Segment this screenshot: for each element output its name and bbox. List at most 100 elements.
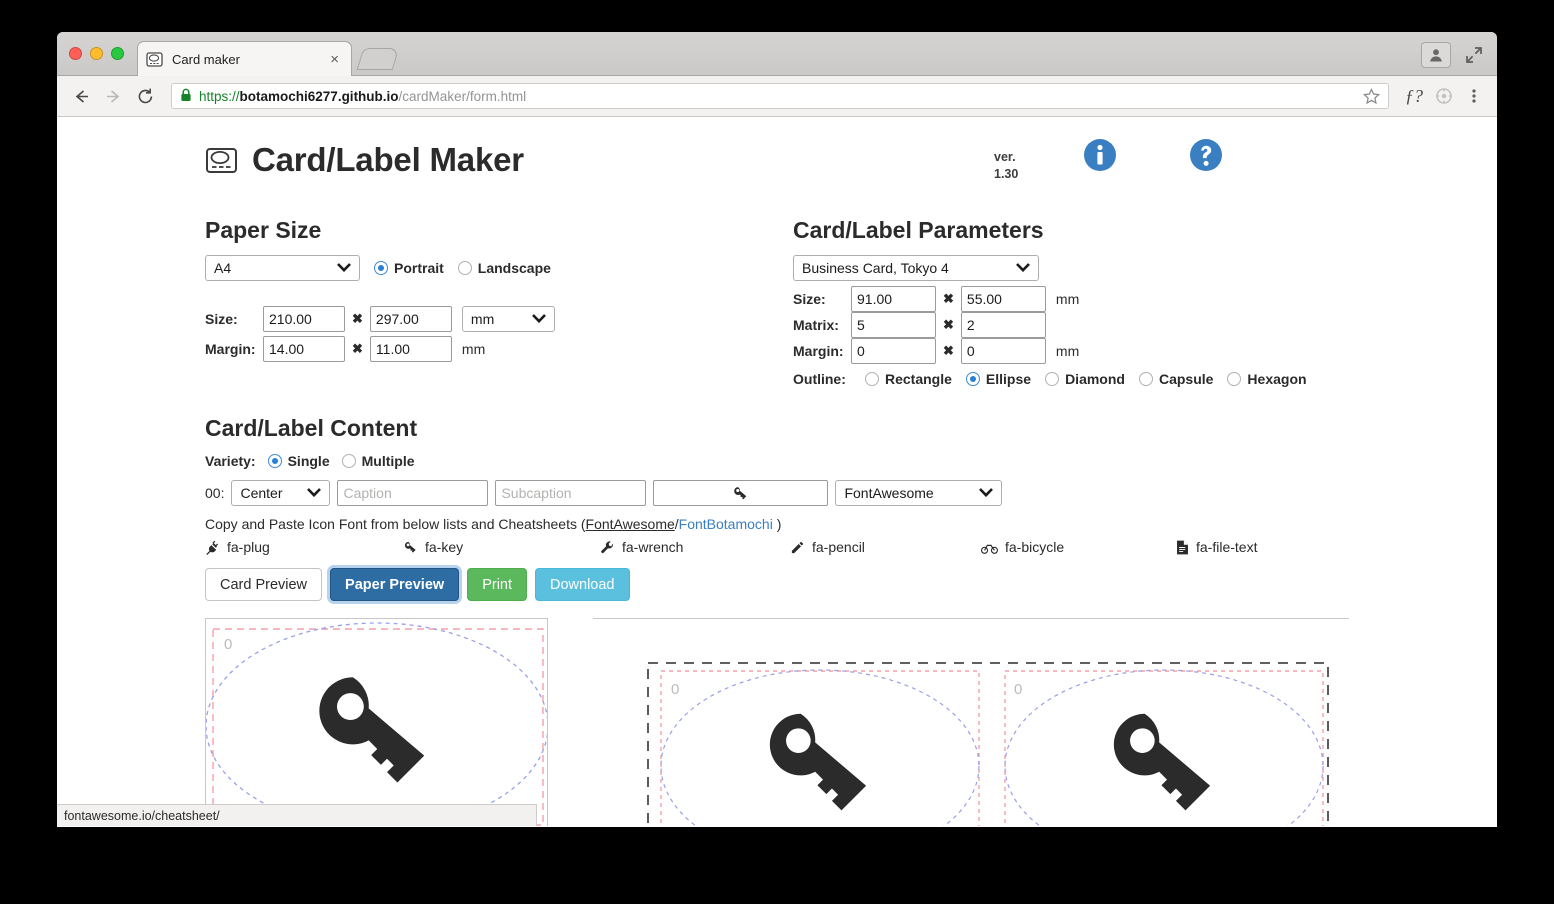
subcaption-input[interactable] <box>495 480 647 506</box>
variety-row: Variety: Single Multiple <box>205 453 1497 469</box>
profile-icon[interactable] <box>1421 42 1451 68</box>
list-item[interactable]: fa-plug <box>205 539 403 555</box>
star-icon[interactable] <box>1362 87 1381 108</box>
card-margin-width-input[interactable] <box>851 338 936 364</box>
pencil-icon <box>791 541 804 553</box>
cheatsheet-hint: Copy and Paste Icon Font from below list… <box>205 516 1497 532</box>
variety-single-radio[interactable]: Single <box>267 453 330 469</box>
wrench-icon <box>601 540 613 553</box>
paper-preview-canvas: 0 0 <box>593 618 1349 826</box>
paper-height-input[interactable] <box>369 306 452 332</box>
variety-single-label: Single <box>287 453 330 469</box>
list-item[interactable]: fa-file-text <box>1176 539 1257 555</box>
plug-icon <box>206 540 219 555</box>
paper-margin-height-input[interactable] <box>369 336 452 362</box>
radio-dot <box>965 372 980 386</box>
outline-capsule-radio[interactable]: Capsule <box>1138 371 1214 387</box>
info-circle-icon[interactable] <box>1082 137 1118 178</box>
card-content-heading: Card/Label Content <box>205 415 418 441</box>
card-margin-unit: mm <box>1055 343 1080 359</box>
fullscreen-icon[interactable] <box>1463 44 1485 66</box>
card-width-input[interactable] <box>851 286 936 312</box>
card-height-input[interactable] <box>960 286 1046 312</box>
download-button[interactable]: Download <box>535 568 630 601</box>
outline-hexagon-radio[interactable]: Hexagon <box>1227 371 1307 387</box>
browser-tab[interactable]: Card maker × <box>137 41 352 76</box>
list-item[interactable]: fa-wrench <box>600 539 790 555</box>
print-button[interactable]: Print <box>467 568 528 601</box>
card-preset-select[interactable]: Business Card, Tokyo 4 <box>793 255 1039 281</box>
hint-prefix: Copy and Paste Icon Font from below list… <box>205 516 586 532</box>
paper-preset-select[interactable]: A4 <box>205 255 360 281</box>
outline-diamond-radio[interactable]: Diamond <box>1045 371 1125 387</box>
paper-margin-label: Margin: <box>205 341 256 357</box>
hint-suffix: ) <box>772 516 782 532</box>
reload-icon[interactable] <box>131 82 159 110</box>
url-host: botamochi6277.github.io <box>239 88 399 104</box>
orientation-landscape-radio[interactable]: Landscape <box>457 260 551 276</box>
minimize-window-button[interactable] <box>90 47 103 60</box>
icon-font-select[interactable]: FontAwesome <box>835 480 1003 506</box>
address-bar[interactable]: https:// botamochi6277.github.io /cardMa… <box>171 83 1389 109</box>
kebab-menu-icon[interactable] <box>1461 83 1487 109</box>
key-icon <box>769 713 867 811</box>
icon-glyph-input[interactable] <box>653 480 829 506</box>
variety-multiple-radio[interactable]: Multiple <box>341 453 415 469</box>
close-window-button[interactable] <box>69 47 82 60</box>
align-select[interactable]: Center <box>231 480 331 506</box>
url-scheme: https:// <box>199 88 240 104</box>
row-index-label: 00: <box>205 485 225 501</box>
app-title-text: Card/Label Maker <box>252 141 524 178</box>
fontawesome-link[interactable]: FontAwesome <box>586 516 675 532</box>
card-preview-button[interactable]: Card Preview <box>205 568 323 601</box>
paper-preview-button[interactable]: Paper Preview <box>330 568 460 601</box>
card-margin-label: Margin: <box>793 343 844 359</box>
card-size-label: Size: <box>793 291 826 307</box>
font-extension-icon[interactable]: ƒ? <box>1401 83 1427 109</box>
orientation-landscape-label: Landscape <box>477 260 551 276</box>
version-number: 1.30 <box>994 166 1019 181</box>
content-row-00: 00: Center Caption Subcaption FontAwesom… <box>205 480 1497 506</box>
list-item[interactable]: fa-bicycle <box>981 539 1176 555</box>
header-icons <box>1082 137 1224 178</box>
version-label: ver. 1.30 <box>994 149 1018 183</box>
question-circle-icon[interactable] <box>1188 137 1224 178</box>
browser-toolbar: https:// botamochi6277.github.io /cardMa… <box>57 76 1497 117</box>
variety-label: Variety: <box>205 453 256 469</box>
bicycle-icon <box>981 544 998 554</box>
multiply-symbol: ✖ <box>352 311 363 326</box>
browser-window: Card maker × https:// botamochi6277.gith… <box>57 32 1497 827</box>
outline-ellipse-radio[interactable]: Ellipse <box>965 371 1032 387</box>
caption-input[interactable] <box>337 480 489 506</box>
list-item[interactable]: fa-pencil <box>790 539 981 555</box>
page-title: Card/Label Maker <box>205 141 1497 179</box>
new-tab-icon[interactable] <box>356 48 400 70</box>
outline-ellipse-label: Ellipse <box>985 371 1032 387</box>
forward-icon <box>99 82 127 110</box>
paper-margin-width-input[interactable] <box>263 336 345 362</box>
back-icon[interactable] <box>67 82 95 110</box>
icon-name: fa-plug <box>227 539 270 555</box>
orientation-portrait-radio[interactable]: Portrait <box>374 260 444 276</box>
card-parameters-heading: Card/Label Parameters <box>793 217 1044 243</box>
preview-area: 0 0 0 <box>205 618 1497 826</box>
puzzle-extension-icon[interactable] <box>1431 83 1457 109</box>
card-preview-canvas: 0 <box>205 618 548 826</box>
card-matrix-rows-input[interactable] <box>960 312 1046 338</box>
card-matrix-cols-input[interactable] <box>851 312 936 338</box>
paper-unit-select[interactable]: mm <box>461 306 555 332</box>
outline-rectangle-radio[interactable]: Rectangle <box>865 371 952 387</box>
radio-dot <box>1045 372 1060 386</box>
window-controls[interactable] <box>69 47 124 60</box>
card-label-icon <box>205 144 238 177</box>
status-bar: fontawesome.io/cheatsheet/ <box>57 804 537 826</box>
close-icon[interactable]: × <box>326 52 343 67</box>
list-item[interactable]: fa-key <box>403 539 600 555</box>
card-index-label: 0 <box>1014 681 1023 698</box>
outline-capsule-label: Capsule <box>1158 371 1214 387</box>
paper-width-input[interactable] <box>263 306 345 332</box>
maximize-window-button[interactable] <box>111 47 124 60</box>
fontbotamochi-link[interactable]: FontBotamochi <box>679 516 773 532</box>
card-margin-height-input[interactable] <box>960 338 1046 364</box>
icon-font-select-wrap: FontAwesome <box>835 480 1003 506</box>
